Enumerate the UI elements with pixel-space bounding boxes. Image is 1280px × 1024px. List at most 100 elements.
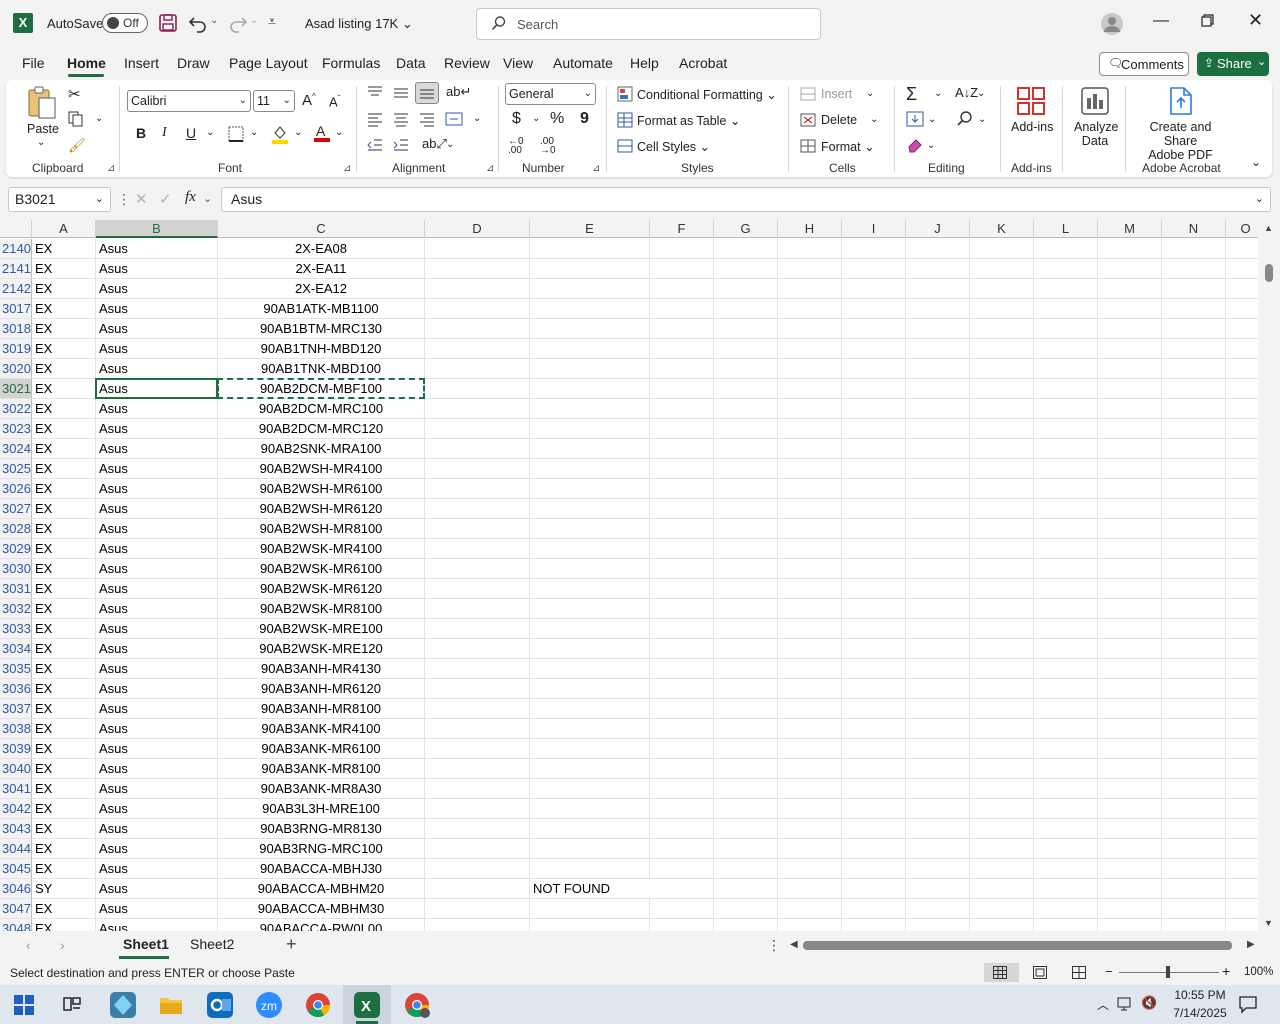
cell-g[interactable] [714,819,778,839]
cell-e[interactable] [530,279,650,299]
row-header[interactable]: 3047 [0,899,32,919]
cell-l[interactable] [1034,339,1098,359]
cell-c[interactable]: 90AB3ANK-MR8100 [218,759,425,779]
cell-i[interactable] [842,339,906,359]
cell-e[interactable] [530,479,650,499]
insert-cells-icon[interactable] [800,86,816,102]
cell-j[interactable] [906,479,970,499]
cell-h[interactable] [778,559,842,579]
middle-align-icon[interactable] [392,84,410,100]
cell-d[interactable] [425,439,530,459]
cell-m[interactable] [1098,319,1162,339]
cell-j[interactable] [906,319,970,339]
cell-n[interactable] [1162,299,1226,319]
cell-n[interactable] [1162,559,1226,579]
cell-n[interactable] [1162,319,1226,339]
cell-n[interactable] [1162,399,1226,419]
cell-i[interactable] [842,719,906,739]
cell-n[interactable] [1162,679,1226,699]
cell-m[interactable] [1098,459,1162,479]
cell-b[interactable]: Asus [96,919,218,931]
cell-h[interactable] [778,399,842,419]
worksheet-grid[interactable]: A B C D E F G H I J K L M N O 2140 EX Asus 2X-EA08 2141 EX As… [0,220,1258,931]
fill-down-icon[interactable] [906,111,924,127]
cell-i[interactable] [842,279,906,299]
row-header[interactable]: 3025 [0,459,32,479]
cell-f[interactable] [650,859,714,879]
clock-date[interactable]: 7/14/2025 [1169,1006,1231,1020]
cell-o[interactable] [1226,699,1258,719]
save-icon[interactable] [158,13,178,33]
cell-k[interactable] [970,319,1034,339]
cell-l[interactable] [1034,599,1098,619]
increase-font-icon[interactable]: A^ [302,92,316,109]
cell-k[interactable] [970,779,1034,799]
cell-k[interactable] [970,759,1034,779]
cell-a[interactable]: EX [32,799,96,819]
cell-m[interactable] [1098,779,1162,799]
cell-f[interactable] [650,599,714,619]
cell-f[interactable] [650,499,714,519]
cell-j[interactable] [906,459,970,479]
cell-f[interactable] [650,699,714,719]
cell-l[interactable] [1034,859,1098,879]
cell-d[interactable] [425,499,530,519]
cell-g[interactable] [714,339,778,359]
cell-k[interactable] [970,799,1034,819]
cell-f[interactable] [650,919,714,931]
cell-a[interactable]: EX [32,699,96,719]
sheet-tab-sheet1[interactable]: Sheet1 [123,936,169,952]
cell-a[interactable]: EX [32,399,96,419]
cell-k[interactable] [970,739,1034,759]
cell-b[interactable]: Asus [96,319,218,339]
cell-m[interactable] [1098,619,1162,639]
cell-f[interactable] [650,519,714,539]
cell-b[interactable]: Asus [96,299,218,319]
cell-e[interactable] [530,759,650,779]
cell-e[interactable] [530,779,650,799]
tab-formulas[interactable]: Formulas [322,55,380,71]
number-format-combo[interactable]: General ⌄ [505,83,596,105]
prev-sheet-icon[interactable]: ‹ [26,937,31,953]
cell-j[interactable] [906,879,970,899]
outlook-icon[interactable] [207,992,233,1018]
align-right-icon[interactable] [418,111,436,127]
cell-o[interactable] [1226,779,1258,799]
cell-c[interactable]: 90AB3ANH-MR6120 [218,679,425,699]
cell-d[interactable] [425,519,530,539]
cell-f[interactable] [650,419,714,439]
cell-d[interactable] [425,619,530,639]
cell-a[interactable]: EX [32,759,96,779]
row-header[interactable]: 3035 [0,659,32,679]
dialog-launcher-icon[interactable]: ⊿ [592,163,600,174]
row-header[interactable]: 3038 [0,719,32,739]
cell-e[interactable] [530,639,650,659]
cell-m[interactable] [1098,719,1162,739]
cell-n[interactable] [1162,699,1226,719]
file-explorer-icon[interactable] [158,992,184,1018]
column-header-a[interactable]: A [32,220,96,238]
tab-page-layout[interactable]: Page Layout [229,55,308,71]
cell-g[interactable] [714,299,778,319]
cell-l[interactable] [1034,439,1098,459]
cell-c[interactable]: 90AB2WSK-MR6100 [218,559,425,579]
cell-h[interactable] [778,739,842,759]
cell-d[interactable] [425,579,530,599]
cell-e[interactable] [530,739,650,759]
cell-g[interactable] [714,879,778,899]
cell-i[interactable] [842,499,906,519]
row-header[interactable]: 3046 [0,879,32,899]
row-header[interactable]: 3042 [0,799,32,819]
copy-icon[interactable] [68,111,84,127]
cell-o[interactable] [1226,859,1258,879]
cell-h[interactable] [778,539,842,559]
cell-d[interactable] [425,399,530,419]
show-hidden-icons-icon[interactable]: ︿ [1097,996,1109,1013]
cell-l[interactable] [1034,379,1098,399]
row-header[interactable]: 3022 [0,399,32,419]
cell-l[interactable] [1034,559,1098,579]
cell-c[interactable]: 90AB3ANH-MR4130 [218,659,425,679]
row-header[interactable]: 3023 [0,419,32,439]
cell-g[interactable] [714,679,778,699]
delete-cells-icon[interactable] [800,112,816,128]
